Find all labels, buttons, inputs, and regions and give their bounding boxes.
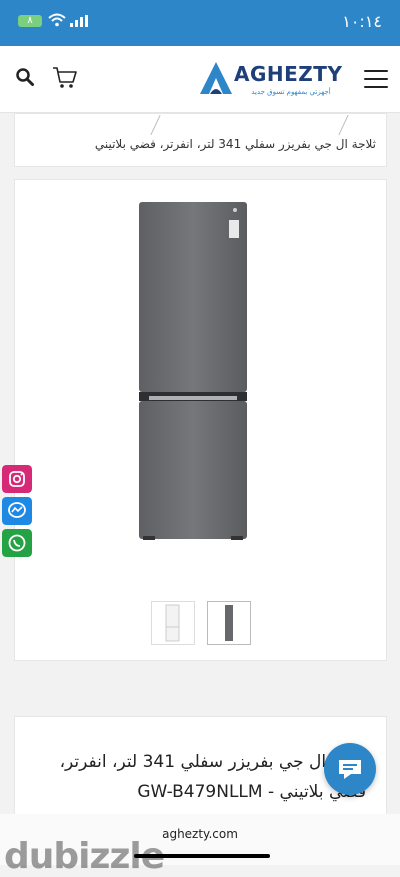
breadcrumb: ثلاجة ال جي بفريزر سفلي 341 لتر، انفرتر،… xyxy=(14,113,387,167)
signal-icon xyxy=(70,15,88,27)
instagram-icon[interactable] xyxy=(2,465,32,493)
chat-icon xyxy=(339,760,361,779)
fridge-white-icon xyxy=(165,604,180,642)
product-title-line: فضي بلاتيني - GW-B479NLLM xyxy=(137,782,366,802)
browser-footer: dubizzle aghezty.com xyxy=(0,814,400,877)
fridge-silver-icon xyxy=(225,605,233,641)
menu-icon[interactable] xyxy=(364,70,388,90)
logo-mark-icon xyxy=(200,62,232,94)
url-bar[interactable]: aghezty.com xyxy=(0,827,400,841)
product-title-line: ثلاجة ال جي بفريزر سفلي 341 لتر، انفرتر، xyxy=(59,752,366,772)
logo-text: AGHEZTY xyxy=(234,62,343,86)
site-logo[interactable]: AGHEZTY أجهزتي بمفهوم تسوق جديد xyxy=(198,60,346,102)
product-title: ثلاجة ال جي بفريزر سفلي 341 لتر، انفرتر،… xyxy=(46,747,366,807)
thumbnail-white-fridge[interactable] xyxy=(151,601,195,645)
clock: ١٠:١٤ xyxy=(342,12,382,31)
logo-tagline: أجهزتي بمفهوم تسوق جديد xyxy=(251,88,331,96)
breadcrumb-divider xyxy=(150,114,161,136)
wifi-icon xyxy=(48,13,66,27)
breadcrumb-current: ثلاجة ال جي بفريزر سفلي 341 لتر، انفرتر،… xyxy=(94,137,376,151)
search-icon[interactable] xyxy=(16,68,34,86)
whatsapp-icon[interactable] xyxy=(2,529,32,557)
product-gallery xyxy=(14,179,387,661)
cart-icon[interactable] xyxy=(52,66,78,90)
breadcrumb-divider xyxy=(338,114,349,136)
product-image[interactable] xyxy=(139,202,247,540)
battery-icon: ٨ xyxy=(18,15,42,27)
home-indicator[interactable] xyxy=(134,854,270,858)
status-bar: ٨ ١٠:١٤ xyxy=(0,0,400,46)
messenger-icon[interactable] xyxy=(2,497,32,525)
chat-button[interactable] xyxy=(324,743,376,795)
thumbnail-silver-fridge[interactable] xyxy=(207,601,251,645)
site-header: AGHEZTY أجهزتي بمفهوم تسوق جديد xyxy=(0,46,400,113)
